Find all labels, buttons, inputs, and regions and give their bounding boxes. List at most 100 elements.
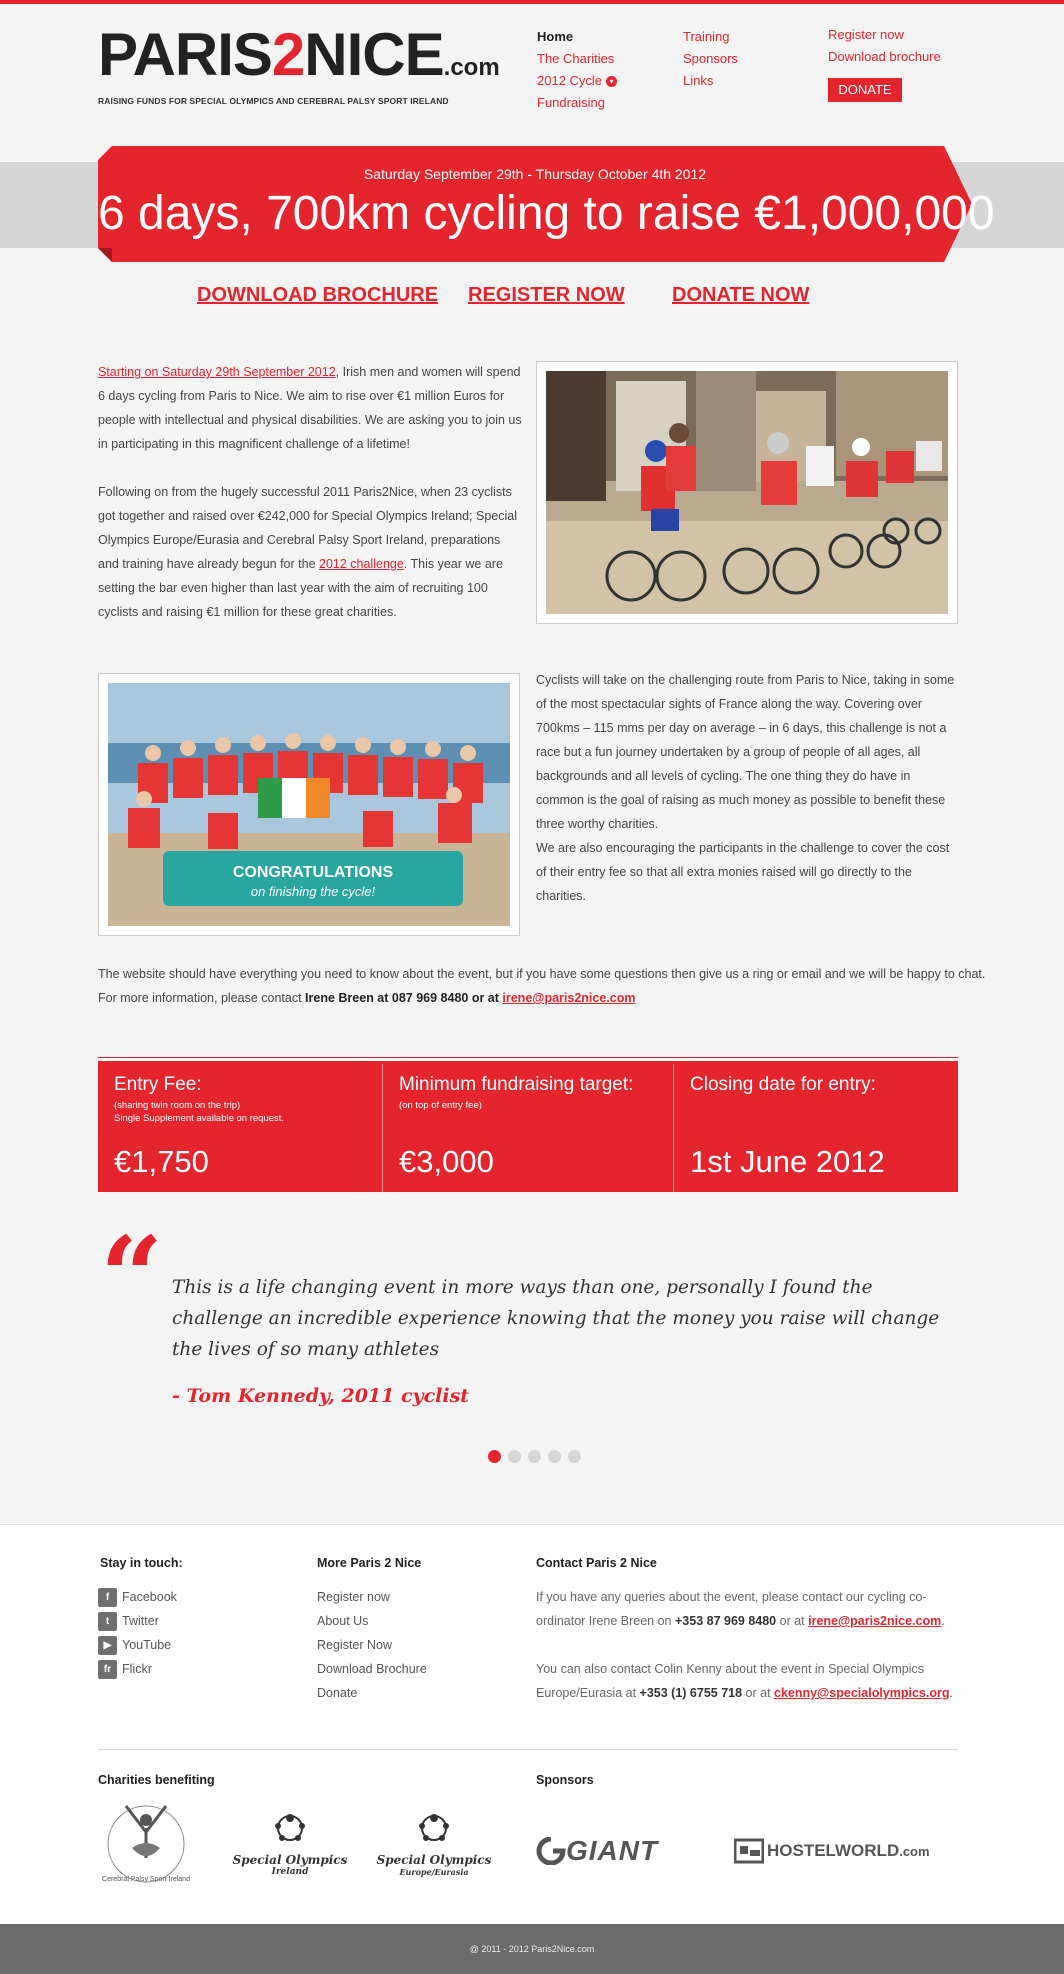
facebook-link[interactable]: f Facebook bbox=[98, 1585, 177, 1609]
irene-email-link[interactable]: irene@paris2nice.com bbox=[808, 1614, 941, 1628]
fundraising-target-box: Minimum fundraising target: (on top of e… bbox=[383, 1064, 673, 1192]
nav-column-1: Home The Charities 2012 Cycle ▾ Fundraisi… bbox=[537, 26, 618, 114]
2012-challenge-link[interactable]: 2012 challenge bbox=[319, 557, 404, 571]
slider-dots bbox=[488, 1448, 588, 1467]
chevron-down-icon: ▾ bbox=[606, 76, 618, 88]
logo-tagline: RAISING FUNDS FOR SPECIAL OLYMPICS AND C… bbox=[98, 96, 449, 106]
special-olympics-emblem-icon bbox=[419, 1814, 449, 1841]
donate-now-link[interactable]: DONATE NOW bbox=[672, 284, 809, 307]
nav-links[interactable]: Links bbox=[683, 70, 738, 92]
donate-button[interactable]: DONATE bbox=[828, 78, 902, 102]
quote-mark-icon: “ bbox=[100, 1212, 164, 1341]
hostel-bed-icon bbox=[734, 1838, 764, 1864]
hero-banner: Saturday September 29th - Thursday Octob… bbox=[98, 146, 995, 262]
entry-fee-value: €1,750 bbox=[114, 1144, 209, 1179]
slider-dot[interactable] bbox=[528, 1450, 541, 1463]
closing-date-value: 1st June 2012 bbox=[690, 1144, 885, 1179]
footer-contact-paragraph-2: You can also contact Colin Kenny about t… bbox=[536, 1662, 953, 1700]
site-logo[interactable]: PARIS2NICE.com RAISING FUNDS FOR SPECIAL… bbox=[98, 20, 500, 110]
register-now-link[interactable]: REGISTER NOW bbox=[468, 284, 625, 307]
special-olympics-region: Europe/Eurasia bbox=[399, 1867, 469, 1877]
nav-2012-cycle[interactable]: 2012 Cycle ▾ bbox=[537, 70, 618, 92]
special-olympics-emblem-icon bbox=[275, 1814, 305, 1841]
social-links: f Facebook t Twitter ▶ YouTube fr Flickr bbox=[98, 1585, 177, 1681]
route-paragraph-1: Cyclists will take on the challenging ro… bbox=[536, 673, 955, 831]
colin-email-link[interactable]: ckenny@specialolympics.org bbox=[774, 1686, 949, 1700]
entry-fee-title: Entry Fee: bbox=[114, 1074, 202, 1095]
footer-register-now-link-2[interactable]: Register Now bbox=[317, 1633, 427, 1657]
logo-wordmark: PARIS2NICE.com bbox=[98, 21, 500, 88]
fundraising-target-title: Minimum fundraising target: bbox=[399, 1074, 634, 1095]
event-dates: Saturday September 29th - Thursday Octob… bbox=[363, 166, 707, 182]
cyclists-photo-frame bbox=[536, 361, 958, 624]
cerebral-palsy-sport-logo[interactable]: Cerebral Palsy Sport Ireland bbox=[96, 1798, 196, 1890]
nav-home[interactable]: Home bbox=[537, 26, 617, 48]
contact-details: For more information, please contact Ire… bbox=[98, 991, 636, 1005]
footer-download-brochure-link[interactable]: Download Brochure bbox=[317, 1657, 427, 1681]
nav-sponsors[interactable]: Sponsors bbox=[683, 48, 738, 70]
testimonial-author: - Tom Kennedy, 2011 cyclist bbox=[172, 1385, 470, 1407]
flickr-icon: fr bbox=[98, 1659, 117, 1679]
nav-fundraising[interactable]: Fundraising bbox=[537, 92, 617, 114]
congratulations-text: CONGRATULATIONS bbox=[233, 864, 394, 881]
cerebral-palsy-logo-text: Cerebral Palsy Sport Ireland bbox=[102, 1876, 190, 1883]
entry-fee-notes: (sharing twin room on the trip) Single Su… bbox=[114, 1100, 285, 1124]
event-info-panel: Entry Fee: (sharing twin room on the tri… bbox=[98, 1058, 958, 1192]
top-accent-line bbox=[0, 0, 1064, 4]
contact-heading: Contact Paris 2 Nice bbox=[536, 1556, 657, 1570]
nav-column-3: Register now Download brochure bbox=[828, 24, 941, 68]
closing-date-title: Closing date for entry: bbox=[690, 1074, 876, 1095]
more-paris2nice-heading: More Paris 2 Nice bbox=[317, 1556, 422, 1570]
more-links: Register now About Us Register Now Downl… bbox=[317, 1585, 427, 1705]
giant-logo[interactable]: GIANT bbox=[536, 1834, 706, 1868]
nav-training[interactable]: Training bbox=[683, 26, 738, 48]
giant-emblem-icon bbox=[536, 1837, 566, 1865]
sponsors-heading: Sponsors bbox=[536, 1773, 594, 1787]
slider-dot[interactable] bbox=[508, 1450, 521, 1463]
footer-divider bbox=[98, 1749, 958, 1750]
closing-date-box: Closing date for entry: 1st June 2012 bbox=[674, 1064, 958, 1192]
twitter-link[interactable]: t Twitter bbox=[98, 1609, 177, 1633]
slider-dot[interactable] bbox=[568, 1450, 581, 1463]
nav-download-brochure[interactable]: Download brochure bbox=[828, 46, 941, 68]
special-olympics-europe-logo[interactable]: Special Olympics Europe/Eurasia bbox=[364, 1808, 504, 1878]
footer-register-now-link[interactable]: Register now bbox=[317, 1585, 427, 1609]
nav-column-2: Training Sponsors Links bbox=[683, 26, 738, 92]
facebook-icon: f bbox=[98, 1587, 117, 1607]
intro-paragraph-1: Starting on Saturday 29th September 2012… bbox=[98, 365, 522, 451]
stay-in-touch-heading: Stay in touch: bbox=[100, 1556, 183, 1570]
giant-wordmark: GIANT bbox=[566, 1835, 659, 1866]
contact-intro: The website should have everything you n… bbox=[98, 967, 986, 981]
testimonial-text: This is a life changing event in more wa… bbox=[172, 1277, 940, 1360]
special-olympics-region: Ireland bbox=[271, 1867, 309, 1877]
slider-dot[interactable] bbox=[488, 1450, 501, 1463]
special-olympics-ireland-logo[interactable]: Special Olympics Ireland bbox=[220, 1808, 360, 1878]
hostelworld-logo[interactable]: HOSTELWORLD .com bbox=[734, 1834, 964, 1868]
copyright-bar: @ 2011 - 2012 Paris2Nice.com bbox=[0, 1924, 1064, 1974]
youtube-link[interactable]: ▶ YouTube bbox=[98, 1633, 177, 1657]
route-paragraph-2: We are also encouraging the participants… bbox=[536, 841, 950, 903]
twitter-icon: t bbox=[98, 1611, 117, 1631]
entry-fee-box: Entry Fee: (sharing twin room on the tri… bbox=[98, 1064, 382, 1192]
cyclists-photo bbox=[546, 371, 948, 614]
download-brochure-link[interactable]: DOWNLOAD BROCHURE bbox=[197, 284, 438, 307]
flickr-link[interactable]: fr Flickr bbox=[98, 1657, 177, 1681]
fundraising-target-notes: (on top of entry fee) bbox=[399, 1100, 482, 1111]
special-olympics-name: Special Olympics bbox=[232, 1853, 348, 1867]
finished-cycle-text: on finishing the cycle! bbox=[251, 884, 376, 899]
youtube-icon: ▶ bbox=[98, 1635, 117, 1655]
contact-email-link[interactable]: irene@paris2nice.com bbox=[502, 991, 635, 1005]
hero-headline: 6 days, 700km cycling to raise €1,000,00… bbox=[98, 187, 995, 240]
footer-donate-link[interactable]: Donate bbox=[317, 1681, 427, 1705]
nav-register-now[interactable]: Register now bbox=[828, 24, 941, 46]
footer-contact-paragraph-1: If you have any queries about the event,… bbox=[536, 1590, 945, 1628]
charities-heading: Charities benefiting bbox=[98, 1773, 215, 1787]
special-olympics-name: Special Olympics bbox=[376, 1853, 492, 1867]
group-photo: CONGRATULATIONS on finishing the cycle! bbox=[108, 683, 510, 926]
slider-dot[interactable] bbox=[548, 1450, 561, 1463]
nav-the-charities[interactable]: The Charities bbox=[537, 48, 617, 70]
hostelworld-wordmark: HOSTELWORLD bbox=[767, 1841, 900, 1860]
start-date-link[interactable]: Starting on Saturday 29th September 2012 bbox=[98, 365, 336, 379]
intro-paragraph-2: Following on from the hugely successful … bbox=[98, 485, 517, 619]
footer-about-us-link[interactable]: About Us bbox=[317, 1609, 427, 1633]
